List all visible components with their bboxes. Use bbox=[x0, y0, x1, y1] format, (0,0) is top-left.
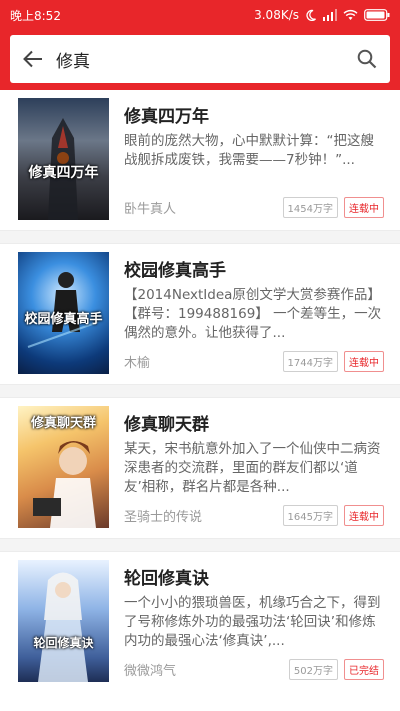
book-author: 圣骑士的传说 bbox=[124, 510, 203, 525]
book-title: 轮回修真诀 bbox=[124, 569, 209, 589]
list-item[interactable]: 轮回修真诀 轮回修真诀 一个小小的猥琐兽医，机缘巧合之下，得到了号称修炼外功的最… bbox=[0, 552, 400, 692]
search-icon[interactable] bbox=[344, 35, 390, 83]
network-speed: 3.08K/s bbox=[254, 8, 299, 22]
word-count-badge: 1744万字 bbox=[282, 351, 338, 372]
divider bbox=[0, 538, 400, 552]
search-box: 修真 bbox=[10, 35, 390, 83]
book-info: 校园修真高手 【2014NextIdea原创文学大赏参赛作品】【群号：19948… bbox=[124, 252, 384, 384]
cover-text: 修真四万年 bbox=[28, 165, 99, 181]
book-cover: 修真四万年 bbox=[18, 98, 109, 220]
status-badge: 连载中 bbox=[344, 197, 384, 218]
book-meta: 圣骑士的传说 1645万字 连载中 bbox=[124, 505, 384, 526]
book-title: 修真聊天群 bbox=[124, 415, 209, 435]
book-author: 卧牛真人 bbox=[124, 202, 177, 217]
book-cover: 轮回修真诀 bbox=[18, 560, 109, 682]
book-description: 某天，宋书航意外加入了一个仙侠中二病资深患者的交流群，里面的群友们都以‘道友’相… bbox=[124, 441, 381, 495]
book-description: 一个小小的猥琐兽医，机缘巧合之下，得到了号称修炼外功的最强功法‘轮回诀’和修炼内… bbox=[124, 595, 381, 649]
divider bbox=[0, 230, 400, 244]
word-count-badge: 1645万字 bbox=[282, 505, 338, 526]
status-badge: 已完结 bbox=[344, 659, 384, 680]
back-arrow-icon[interactable] bbox=[10, 35, 56, 83]
divider bbox=[0, 384, 400, 398]
list-item[interactable]: 校园修真高手 校园修真高手 【2014NextIdea原创文学大赏参赛作品】【群… bbox=[0, 244, 400, 384]
word-count-badge: 502万字 bbox=[288, 659, 338, 680]
signal-icon bbox=[323, 9, 337, 21]
status-icons: 3.08K/s bbox=[254, 8, 390, 22]
book-title: 校园修真高手 bbox=[124, 261, 226, 281]
book-title: 修真四万年 bbox=[124, 107, 209, 127]
book-info: 修真聊天群 某天，宋书航意外加入了一个仙侠中二病资深患者的交流群，里面的群友们都… bbox=[124, 406, 384, 538]
moon-icon bbox=[305, 9, 317, 21]
status-time: 晚上8:52 bbox=[10, 8, 61, 23]
search-header: 修真 bbox=[0, 30, 400, 90]
status-bar: 晚上8:52 3.08K/s bbox=[0, 0, 400, 30]
cover-text: 校园修真高手 bbox=[24, 312, 103, 327]
book-meta: 微微鸿气 502万字 已完结 bbox=[124, 659, 384, 680]
book-info: 轮回修真诀 一个小小的猥琐兽医，机缘巧合之下，得到了号称修炼外功的最强功法‘轮回… bbox=[124, 560, 384, 692]
book-description: 眼前的庞然大物，心中默默计算：“把这艘战舰拆成废铁，我需要——7秒钟！”... bbox=[124, 133, 374, 168]
book-author: 微微鸿气 bbox=[124, 664, 177, 679]
book-info: 修真四万年 眼前的庞然大物，心中默默计算：“把这艘战舰拆成废铁，我需要——7秒钟… bbox=[124, 98, 384, 230]
book-cover: 修真聊天群 bbox=[18, 406, 109, 528]
wifi-icon bbox=[343, 9, 358, 21]
book-meta: 木榆 1744万字 连载中 bbox=[124, 351, 384, 372]
search-input[interactable]: 修真 bbox=[56, 47, 344, 72]
book-meta: 卧牛真人 1454万字 连载中 bbox=[124, 197, 384, 218]
battery-icon bbox=[364, 9, 390, 21]
cover-text: 修真聊天群 bbox=[30, 416, 96, 431]
list-item[interactable]: 修真聊天群 修真聊天群 某天，宋书航意外加入了一个仙侠中二病资深患者的交流群，里… bbox=[0, 398, 400, 538]
list-item[interactable]: 修真四万年 修真四万年 眼前的庞然大物，心中默默计算：“把这艘战舰拆成废铁，我需… bbox=[0, 90, 400, 230]
result-list: 修真四万年 修真四万年 眼前的庞然大物，心中默默计算：“把这艘战舰拆成废铁，我需… bbox=[0, 90, 400, 711]
book-cover: 校园修真高手 bbox=[18, 252, 109, 374]
word-count-badge: 1454万字 bbox=[282, 197, 338, 218]
book-author: 木榆 bbox=[124, 356, 151, 371]
status-badge: 连载中 bbox=[344, 505, 384, 526]
book-description: 【2014NextIdea原创文学大赏参赛作品】【群号：199488169】 一… bbox=[124, 287, 382, 341]
status-badge: 连载中 bbox=[344, 351, 384, 372]
cover-text: 轮回修真诀 bbox=[33, 636, 94, 650]
